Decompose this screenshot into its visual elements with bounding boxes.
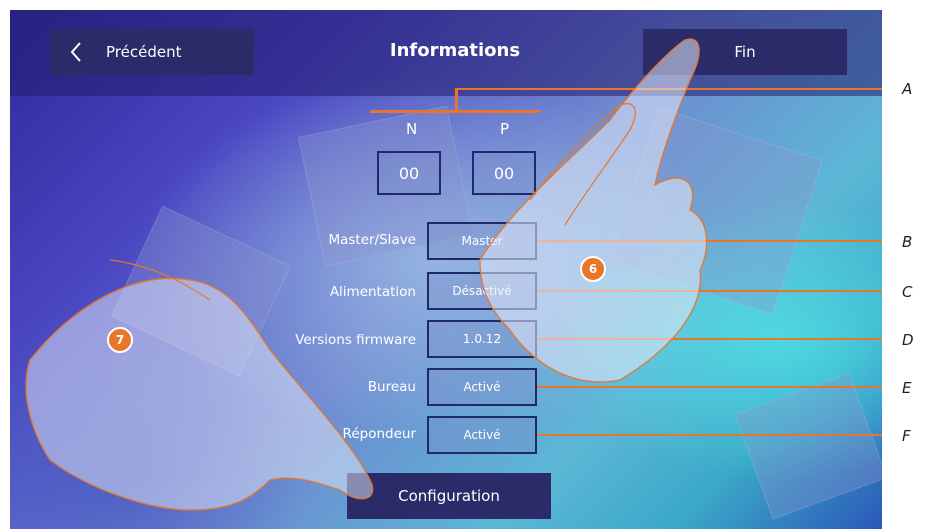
pointing-hand-left — [25, 277, 374, 511]
pointing-hand-right — [479, 38, 708, 383]
hand-illustrations — [25, 38, 708, 511]
step-marker-6: 6 — [580, 256, 606, 282]
device-screen: Précédent Informations Fin N P 00 00 Mas… — [10, 10, 882, 529]
callout-letter-b: B — [902, 233, 913, 251]
callout-letter-a: A — [902, 80, 913, 98]
callout-letter-c: C — [902, 283, 913, 301]
step-marker-7: 7 — [107, 327, 133, 353]
callout-letter-e: E — [902, 379, 912, 397]
callout-letter-f: F — [902, 427, 911, 445]
callout-letter-d: D — [902, 331, 914, 349]
